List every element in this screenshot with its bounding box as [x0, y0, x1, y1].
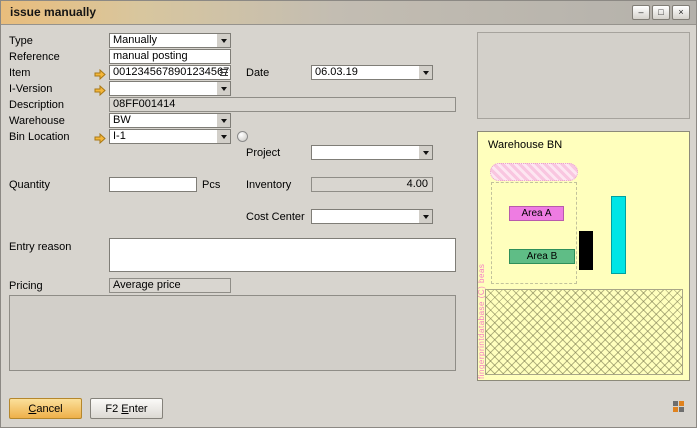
type-label: Type — [9, 35, 33, 48]
entry-reason-textarea[interactable] — [109, 238, 456, 272]
choose-from-list-icon[interactable] — [220, 69, 228, 76]
i-version-select[interactable] — [109, 81, 231, 96]
chevron-down-icon[interactable] — [419, 146, 432, 159]
f2-enter-button[interactable]: F2 Enter — [90, 398, 163, 419]
chevron-down-icon[interactable] — [217, 82, 230, 95]
quantity-label: Quantity — [9, 179, 50, 192]
preview-panel — [477, 32, 690, 119]
item-label: Item — [9, 67, 30, 80]
i-version-label: I-Version — [9, 83, 52, 96]
close-icon[interactable]: × — [672, 5, 690, 20]
reference-input[interactable]: manual posting — [109, 49, 231, 64]
window-controls: – □ × — [632, 5, 690, 20]
chevron-down-icon[interactable] — [217, 130, 230, 143]
window-title: issue manually — [10, 5, 96, 19]
item-link-arrow-icon[interactable] — [94, 67, 106, 78]
inventory-field: 4.00 — [311, 177, 433, 192]
chevron-down-icon[interactable] — [217, 34, 230, 47]
chevron-down-icon[interactable] — [419, 210, 432, 223]
rack-column-shape — [611, 196, 626, 274]
maximize-icon[interactable]: □ — [652, 5, 670, 20]
entry-reason-label: Entry reason — [9, 241, 71, 254]
date-select[interactable]: 06.03.19 — [311, 65, 433, 80]
i-version-link-arrow-icon[interactable] — [94, 83, 106, 94]
project-select[interactable] — [311, 145, 433, 160]
pricing-label: Pricing — [9, 280, 43, 293]
inventory-label: Inventory — [246, 179, 291, 192]
pricing-field: Average price — [109, 278, 231, 293]
type-select[interactable]: Manually — [109, 33, 231, 48]
bin-location-indicator-icon[interactable] — [237, 131, 248, 142]
bin-location-label: Bin Location — [9, 131, 70, 144]
form-settings-icon[interactable] — [673, 401, 686, 414]
warehouse-map: Warehouse BN fingerprintdatabase (C) bea… — [477, 131, 690, 381]
issue-manually-window: issue manually – □ × Type Reference Item… — [0, 0, 697, 428]
quantity-unit-label: Pcs — [202, 179, 220, 192]
rack-block-shape — [579, 231, 593, 270]
staging-zone-shape — [490, 163, 578, 181]
description-field: 08FF001414 — [109, 97, 456, 112]
reference-label: Reference — [9, 51, 60, 64]
minimize-icon[interactable]: – — [632, 5, 650, 20]
description-label: Description — [9, 99, 64, 112]
chevron-down-icon[interactable] — [217, 114, 230, 127]
zone-outline — [491, 182, 577, 284]
cancel-button[interactable]: Cancel — [9, 398, 82, 419]
area-b-bin[interactable]: Area B — [509, 249, 575, 264]
warehouse-label: Warehouse — [9, 115, 65, 128]
cost-center-label: Cost Center — [246, 211, 305, 224]
cost-center-select[interactable] — [311, 209, 433, 224]
warehouse-map-title: Warehouse BN — [488, 139, 562, 151]
quantity-input[interactable] — [109, 177, 197, 192]
bin-location-select[interactable]: I-1 — [109, 129, 231, 144]
details-panel — [9, 295, 456, 371]
chevron-down-icon[interactable] — [419, 66, 432, 79]
blocked-area-shape — [485, 289, 683, 375]
item-input[interactable]: 001234567890123456790 — [109, 65, 231, 80]
date-label: Date — [246, 67, 269, 80]
area-a-bin[interactable]: Area A — [509, 206, 564, 221]
warehouse-select[interactable]: BW — [109, 113, 231, 128]
project-label: Project — [246, 147, 280, 160]
bin-location-link-arrow-icon[interactable] — [94, 131, 106, 142]
titlebar[interactable]: issue manually – □ × — [1, 1, 696, 25]
